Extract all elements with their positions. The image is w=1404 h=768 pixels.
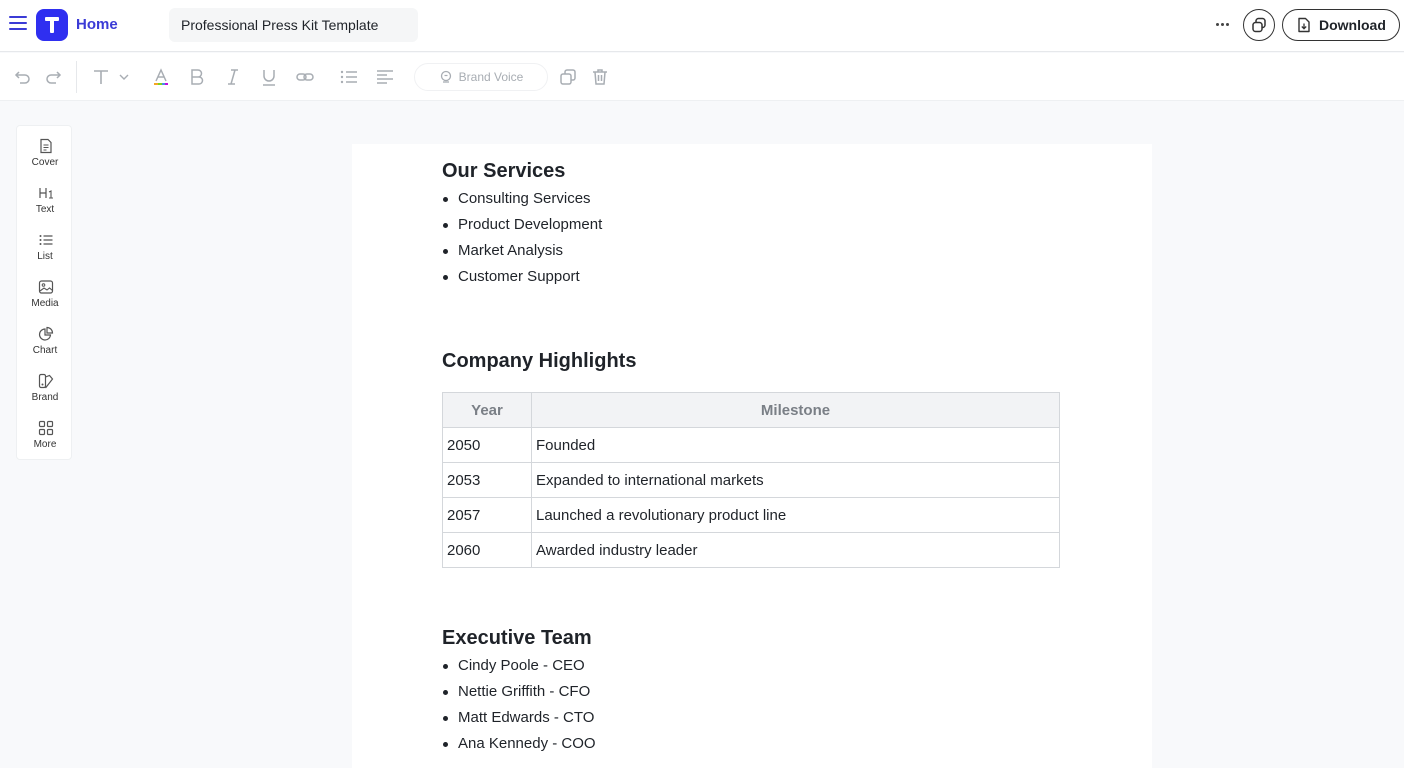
redo-icon[interactable] xyxy=(44,67,64,87)
list-item[interactable]: Nettie Griffith - CFO xyxy=(442,679,596,705)
side-item-label: Media xyxy=(31,298,59,309)
toolbar-divider xyxy=(76,61,77,93)
table-row: 2060 Awarded industry leader xyxy=(442,532,1060,568)
services-heading[interactable]: Our Services xyxy=(442,160,565,183)
milestone-cell[interactable]: Launched a revolutionary product line xyxy=(531,497,1060,533)
side-item-label: Brand xyxy=(31,392,59,403)
more-options-icon[interactable] xyxy=(1212,14,1232,34)
brand-voice-label: Brand Voice xyxy=(458,70,524,84)
highlights-heading[interactable]: Company Highlights xyxy=(442,350,636,373)
link-icon[interactable] xyxy=(295,67,315,87)
undo-icon[interactable] xyxy=(12,67,32,87)
year-cell[interactable]: 2057 xyxy=(442,497,532,533)
year-cell[interactable]: 2050 xyxy=(442,427,532,463)
column-header-milestone[interactable]: Milestone xyxy=(531,392,1060,428)
pie-chart-icon xyxy=(38,326,54,341)
text-style-icon[interactable] xyxy=(91,67,111,87)
image-icon xyxy=(38,280,54,294)
services-list[interactable]: Consulting Services Product Development … xyxy=(442,186,602,290)
milestone-cell[interactable]: Founded xyxy=(531,427,1060,463)
side-item-media[interactable]: Media xyxy=(17,277,73,321)
side-item-label: Text xyxy=(35,204,55,215)
align-left-icon[interactable] xyxy=(375,67,395,87)
table-row: 2050 Founded xyxy=(442,427,1060,463)
home-link[interactable]: Home xyxy=(76,16,118,33)
team-heading[interactable]: Executive Team xyxy=(442,627,592,650)
milestone-cell[interactable]: Awarded industry leader xyxy=(531,532,1060,568)
milestone-cell[interactable]: Expanded to international markets xyxy=(531,462,1060,498)
brand-voice-button[interactable]: Brand Voice xyxy=(414,63,548,91)
italic-icon[interactable] xyxy=(223,67,243,87)
trash-icon[interactable] xyxy=(590,67,610,87)
duplicate-block-icon[interactable] xyxy=(558,67,578,87)
side-item-chart[interactable]: Chart xyxy=(17,324,73,368)
download-button[interactable]: Download xyxy=(1282,9,1400,41)
top-header: Home Download xyxy=(0,0,1404,52)
font-color-icon[interactable] xyxy=(151,67,171,87)
logo-t-icon xyxy=(45,17,59,33)
menu-icon[interactable] xyxy=(9,16,27,32)
list-item[interactable]: Cindy Poole - CEO xyxy=(442,653,596,679)
formatting-toolbar: Brand Voice xyxy=(0,53,1404,101)
team-list[interactable]: Cindy Poole - CEO Nettie Griffith - CFO … xyxy=(442,653,596,757)
side-item-brand[interactable]: Brand xyxy=(17,371,73,415)
highlights-table[interactable]: Year Milestone 2050 Founded 2053 Expande… xyxy=(442,392,1060,568)
brand-icon xyxy=(38,373,54,389)
list-icon xyxy=(39,235,53,245)
chevron-down-icon[interactable] xyxy=(117,67,131,87)
side-item-more[interactable]: More xyxy=(17,418,73,462)
download-label: Download xyxy=(1319,17,1386,33)
list-item[interactable]: Customer Support xyxy=(442,264,602,290)
grid-icon xyxy=(38,420,54,436)
side-item-label: List xyxy=(37,251,53,262)
copy-icon xyxy=(1252,17,1266,33)
column-header-year[interactable]: Year xyxy=(442,392,532,428)
brand-voice-icon xyxy=(440,70,451,83)
file-download-icon xyxy=(1298,17,1310,33)
side-item-label: More xyxy=(33,439,57,450)
list-item[interactable]: Matt Edwards - CTO xyxy=(442,705,596,731)
table-row: 2053 Expanded to international markets xyxy=(442,462,1060,498)
document-page[interactable]: Our Services Consulting Services Product… xyxy=(352,144,1152,768)
heading-icon xyxy=(39,188,53,199)
side-item-cover[interactable]: Cover xyxy=(17,136,73,180)
side-item-text[interactable]: Text xyxy=(17,183,73,227)
table-header-row: Year Milestone xyxy=(442,392,1060,428)
year-cell[interactable]: 2060 xyxy=(442,532,532,568)
duplicate-button[interactable] xyxy=(1243,9,1275,41)
insert-side-panel: Cover Text List Media Chart Brand More xyxy=(16,125,72,460)
list-item[interactable]: Ana Kennedy - COO xyxy=(442,731,596,757)
side-item-label: Chart xyxy=(32,345,58,356)
list-item[interactable]: Consulting Services xyxy=(442,186,602,212)
list-item[interactable]: Market Analysis xyxy=(442,238,602,264)
app-logo[interactable] xyxy=(36,9,68,41)
document-title-input[interactable] xyxy=(169,8,418,42)
table-row: 2057 Launched a revolutionary product li… xyxy=(442,497,1060,533)
cover-icon xyxy=(40,138,52,154)
underline-icon[interactable] xyxy=(259,67,279,87)
side-item-list[interactable]: List xyxy=(17,230,73,274)
side-item-label: Cover xyxy=(31,157,59,168)
list-item[interactable]: Product Development xyxy=(442,212,602,238)
bullet-list-icon[interactable] xyxy=(339,67,359,87)
year-cell[interactable]: 2053 xyxy=(442,462,532,498)
bold-icon[interactable] xyxy=(187,67,207,87)
